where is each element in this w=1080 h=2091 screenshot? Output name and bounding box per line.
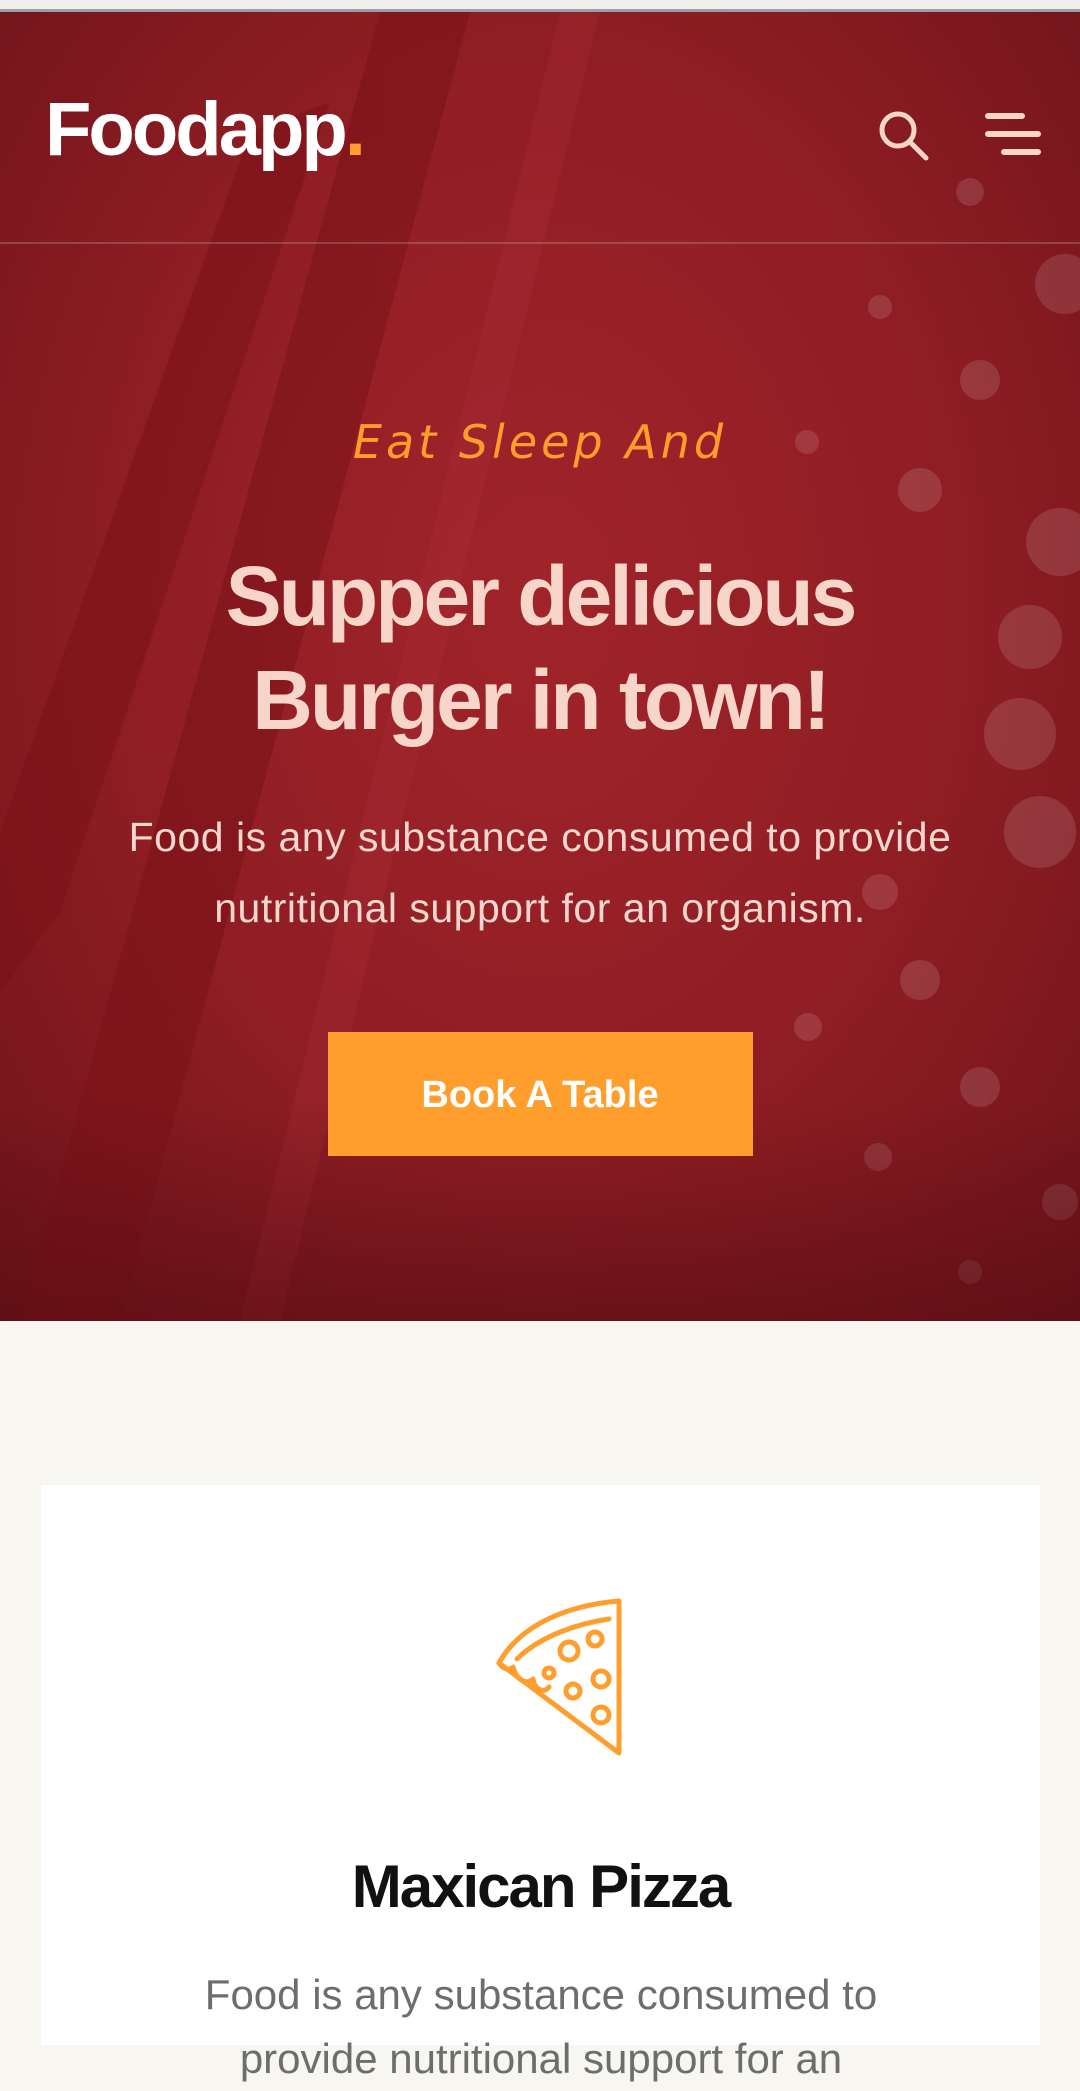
- hero-content: Eat Sleep And Supper delicious Burger in…: [0, 412, 1080, 1156]
- hamburger-menu-icon: [985, 113, 1041, 155]
- hero-tagline: Eat Sleep And: [352, 415, 728, 469]
- card-title: Maxican Pizza: [351, 1852, 732, 1920]
- site-logo[interactable]: Foodapp.: [45, 92, 366, 168]
- logo-text: Foodapp: [45, 87, 348, 172]
- pizza-slice-icon: [496, 1598, 622, 1756]
- search-button[interactable]: [876, 108, 932, 164]
- menu-button[interactable]: [984, 108, 1042, 162]
- hero-headline-line1: Supper delicious: [225, 549, 858, 643]
- card-description: Food is any substance consumed to provid…: [204, 1971, 878, 2082]
- hero-section: Foodapp. Eat Sleep And Supper delicious …: [0, 12, 1080, 1321]
- browser-top-bar: [0, 0, 1080, 12]
- logo-dot: .: [344, 87, 366, 172]
- search-icon: [879, 111, 929, 161]
- hero-description: Food is any substance consumed to provid…: [128, 814, 952, 931]
- hero-headline: Supper delicious Burger in town!: [90, 544, 990, 752]
- feature-card: Maxican Pizza Food is any substance cons…: [41, 1485, 1040, 2082]
- book-a-table-button[interactable]: Book A Table: [327, 1032, 753, 1156]
- hero-headline-line2: Burger in town!: [252, 653, 831, 747]
- site-header: Foodapp.: [0, 12, 1080, 244]
